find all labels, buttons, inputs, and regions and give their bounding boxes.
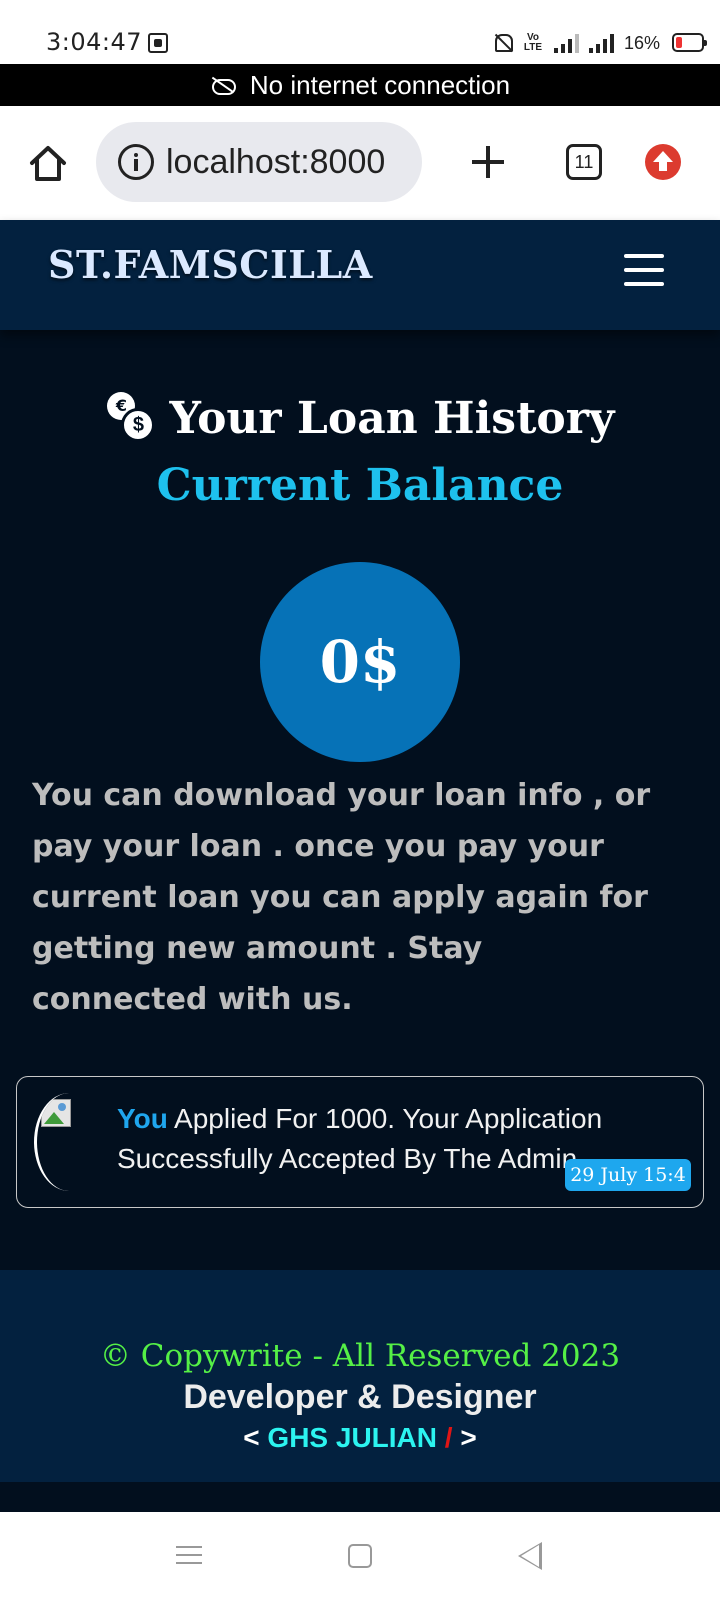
battery-percent: 16% bbox=[623, 32, 660, 53]
offline-banner: No internet connection bbox=[0, 64, 720, 106]
update-icon[interactable] bbox=[645, 144, 681, 180]
notification-date-badge: 29 July 15:4 bbox=[565, 1159, 691, 1191]
battery-icon bbox=[672, 33, 707, 52]
footer-copyright: © Copywrite - All Reserved 2023 bbox=[99, 1338, 621, 1374]
notification-card: You Applied For 1000. Your Application S… bbox=[16, 1076, 704, 1208]
notification-message: Applied For 1000. Your Application Succe… bbox=[117, 1103, 603, 1174]
cloud-off-icon bbox=[210, 76, 236, 95]
notification-subject: You bbox=[117, 1103, 168, 1134]
balance-value: 0$ bbox=[260, 562, 460, 762]
author-open: < bbox=[243, 1422, 260, 1453]
footer-author: < GHS JULIAN / > bbox=[0, 1422, 720, 1454]
back-icon[interactable] bbox=[518, 1542, 542, 1570]
avatar bbox=[34, 1093, 104, 1191]
coins-icon: € $ bbox=[105, 392, 157, 444]
hamburger-icon[interactable] bbox=[624, 254, 664, 288]
brand-logo[interactable]: ST.FAMSCILLA bbox=[48, 242, 373, 287]
page-title-text: Your Loan History bbox=[169, 392, 615, 444]
author-slash: / bbox=[444, 1422, 453, 1453]
address-bar[interactable]: localhost:8000 bbox=[96, 122, 422, 202]
author-close: > bbox=[460, 1422, 477, 1453]
web-page: ST.FAMSCILLA € $ Your Loan History Curre… bbox=[0, 220, 720, 1512]
author-name[interactable]: GHS JULIAN bbox=[267, 1422, 437, 1453]
site-footer: © Copywrite - All Reserved 2023 Develope… bbox=[0, 1270, 720, 1482]
offline-text: No internet connection bbox=[249, 69, 511, 100]
balance-label: Current Balance bbox=[156, 460, 564, 511]
home-icon[interactable] bbox=[28, 144, 68, 184]
recents-icon[interactable] bbox=[176, 1544, 202, 1566]
dollar-coin: $ bbox=[121, 408, 156, 442]
browser-toolbar: localhost:8000 11 bbox=[0, 106, 720, 220]
signal-icon bbox=[553, 33, 579, 53]
footer-developer-label: Developer & Designer bbox=[183, 1378, 537, 1416]
notification-app-icon bbox=[148, 33, 168, 53]
status-bar: 3:04:47 Vo LTE 16% bbox=[0, 0, 720, 64]
system-nav-bar bbox=[0, 1512, 720, 1600]
site-navbar: ST.FAMSCILLA bbox=[0, 220, 720, 330]
signal-icon bbox=[588, 33, 614, 53]
status-indicators: Vo LTE 16% bbox=[492, 30, 707, 56]
plus-icon[interactable] bbox=[470, 144, 506, 180]
volte-icon: Vo LTE bbox=[523, 32, 543, 53]
info-icon[interactable] bbox=[118, 144, 154, 180]
broken-image-icon bbox=[41, 1099, 71, 1127]
url-text[interactable]: localhost:8000 bbox=[166, 143, 385, 182]
home-nav-icon[interactable] bbox=[348, 1544, 372, 1568]
info-paragraph: You can download your loan info , or pay… bbox=[32, 778, 651, 1017]
page-title: € $ Your Loan History bbox=[0, 392, 720, 444]
bell-off-icon bbox=[492, 32, 513, 54]
tabs-button[interactable]: 11 bbox=[566, 144, 602, 180]
status-time: 3:04:47 bbox=[46, 28, 143, 56]
